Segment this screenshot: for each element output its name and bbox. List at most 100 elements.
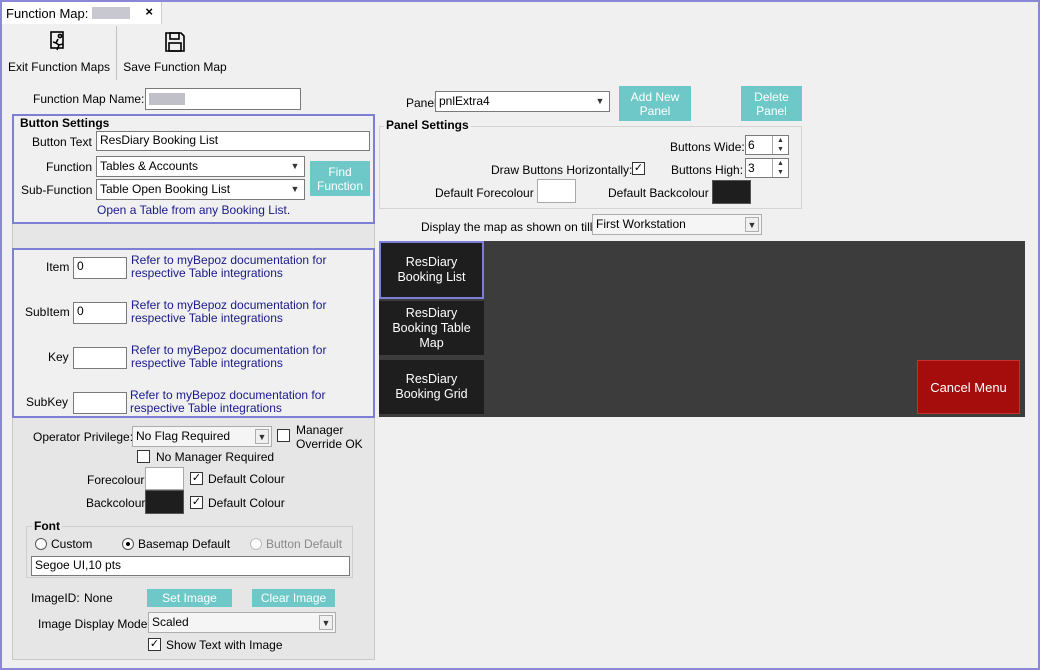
subkey-input[interactable] — [73, 392, 127, 414]
operator-privilege-value: No Flag Required — [136, 429, 231, 443]
display-map-label: Display the map as shown on till: — [421, 220, 596, 234]
fore-default-checkbox[interactable]: ✓ — [190, 472, 203, 485]
default-backcolour-label: Default Backcolour — [608, 186, 709, 200]
image-display-mode-value: Scaled — [152, 615, 189, 629]
image-id-label: ImageID: — [31, 591, 80, 605]
image-display-mode-select[interactable]: Scaled ▼ — [148, 612, 336, 633]
button-settings-title: Button Settings — [18, 116, 112, 130]
panel-value: pnlExtra4 — [439, 94, 490, 108]
find-function-button[interactable]: Find Function — [310, 161, 370, 196]
draw-horizontally-checkbox[interactable]: ✓ — [632, 162, 645, 175]
panel-select[interactable]: pnlExtra4 ▼ — [435, 91, 610, 112]
manager-override-checkbox[interactable] — [277, 429, 290, 442]
font-button-default-label: Button Default — [266, 537, 343, 551]
buttons-high-label: Buttons High: — [671, 163, 744, 177]
no-manager-checkbox[interactable] — [137, 450, 150, 463]
font-basemap-radio[interactable] — [122, 538, 134, 550]
save-icon — [165, 32, 185, 52]
cancel-menu-button[interactable]: Cancel Menu — [917, 360, 1020, 414]
sub-function-select[interactable]: Table Open Booking List ▼ — [96, 179, 305, 200]
function-map-name-input[interactable] — [145, 88, 301, 110]
item-input[interactable]: 0 — [73, 257, 127, 279]
forecolour-swatch[interactable] — [145, 467, 184, 490]
subitem-note: Refer to myBepoz documentation for respe… — [131, 298, 327, 325]
buttons-wide-value: 6 — [748, 138, 755, 152]
map-button-booking-grid[interactable]: ResDiary Booking Grid — [379, 360, 484, 414]
save-label: Save Function Map — [123, 60, 227, 74]
draw-horizontally-label: Draw Buttons Horizontally: — [491, 163, 633, 177]
show-text-checkbox[interactable]: ✓ — [148, 638, 161, 651]
exit-label: Exit Function Maps — [7, 60, 111, 74]
default-backcolour-swatch[interactable] — [712, 180, 751, 204]
key-label: Key — [48, 350, 69, 364]
tab-title: Function Map: — [6, 5, 89, 21]
subkey-label: SubKey — [26, 395, 69, 409]
buttons-high-value: 3 — [748, 161, 755, 175]
no-manager-label: No Manager Required — [156, 450, 275, 464]
function-map-name-label: Function Map Name: — [33, 92, 145, 106]
item-note: Refer to myBepoz documentation for respe… — [131, 253, 327, 280]
display-map-value: First Workstation — [596, 217, 686, 231]
backcolour-swatch[interactable] — [145, 490, 184, 514]
clear-image-button[interactable]: Clear Image — [252, 589, 335, 607]
chevron-down-icon: ▼ — [255, 429, 269, 444]
chevron-down-icon: ▼ — [319, 615, 333, 630]
function-description: Open a Table from any Booking List. — [97, 203, 291, 217]
add-new-panel-button[interactable]: Add New Panel — [619, 86, 691, 121]
delete-panel-button[interactable]: Delete Panel — [741, 86, 802, 121]
show-text-label: Show Text with Image — [166, 638, 283, 652]
subkey-note: Refer to myBepoz documentation for respe… — [130, 388, 326, 415]
save-function-map-button[interactable]: Save Function Map — [122, 30, 228, 74]
map-button-booking-table-map[interactable]: ResDiary Booking Table Map — [379, 301, 484, 355]
close-icon[interactable]: × — [145, 4, 153, 19]
chevron-down-icon: ▼ — [290, 161, 300, 171]
image-id-value: None — [84, 591, 113, 605]
buttons-high-spinner[interactable]: 3 ▲ ▼ — [745, 158, 789, 178]
redacted-name — [92, 7, 131, 19]
set-image-button[interactable]: Set Image — [147, 589, 232, 607]
exit-function-maps-button[interactable]: Exit Function Maps — [6, 30, 112, 74]
operator-privilege-select[interactable]: No Flag Required ▼ — [132, 426, 272, 447]
operator-privilege-label: Operator Privilege: — [33, 430, 134, 444]
default-forecolour-swatch[interactable] — [537, 179, 576, 203]
item-label: Item — [46, 260, 70, 274]
backcolour-label: Backcolour — [86, 496, 146, 510]
key-note: Refer to myBepoz documentation for respe… — [131, 343, 327, 370]
font-basemap-label: Basemap Default — [138, 537, 231, 551]
panel-settings-title: Panel Settings — [384, 118, 471, 132]
font-title: Font — [32, 519, 62, 533]
font-button-default-radio[interactable] — [250, 538, 262, 550]
map-button-booking-list[interactable]: ResDiary Booking List — [379, 241, 484, 299]
font-custom-radio[interactable] — [35, 538, 47, 550]
panel-label: Panel — [406, 96, 437, 110]
exit-icon — [50, 31, 64, 51]
subitem-input[interactable]: 0 — [73, 302, 127, 324]
button-text-input[interactable]: ResDiary Booking List — [96, 131, 370, 151]
buttons-wide-spinner[interactable]: 6 ▲ ▼ — [745, 135, 789, 155]
tab-function-map[interactable]: Function Map: × — [2, 2, 162, 24]
default-forecolour-label: Default Forecolour — [435, 186, 534, 200]
font-custom-label: Custom — [51, 537, 93, 551]
key-input[interactable] — [73, 347, 127, 369]
back-default-checkbox[interactable]: ✓ — [190, 496, 203, 509]
image-display-mode-label: Image Display Mode: — [38, 617, 151, 631]
forecolour-label: Forecolour — [87, 473, 145, 487]
buttons-wide-label: Buttons Wide: — [670, 140, 745, 154]
toolbar-separator — [116, 26, 117, 80]
spinner-arrows-icon[interactable]: ▲ ▼ — [772, 136, 788, 154]
spinner-arrows-icon[interactable]: ▲ ▼ — [772, 159, 788, 177]
chevron-down-icon: ▼ — [745, 217, 759, 232]
function-label: Function — [46, 160, 93, 174]
function-select[interactable]: Tables & Accounts ▼ — [96, 156, 305, 177]
sub-function-label: Sub-Function — [21, 183, 93, 197]
font-value-input[interactable]: Segoe UI,10 pts — [31, 556, 350, 576]
sub-function-value: Table Open Booking List — [100, 182, 231, 196]
button-text-label: Button Text — [32, 135, 92, 149]
display-map-select[interactable]: First Workstation ▼ — [592, 214, 762, 235]
chevron-down-icon: ▼ — [595, 96, 605, 106]
chevron-down-icon: ▼ — [290, 184, 300, 194]
subitem-label: SubItem — [25, 305, 70, 319]
manager-override-label: Manager Override OK — [296, 423, 363, 451]
fore-default-label: Default Colour — [208, 472, 285, 486]
back-default-label: Default Colour — [208, 496, 285, 510]
